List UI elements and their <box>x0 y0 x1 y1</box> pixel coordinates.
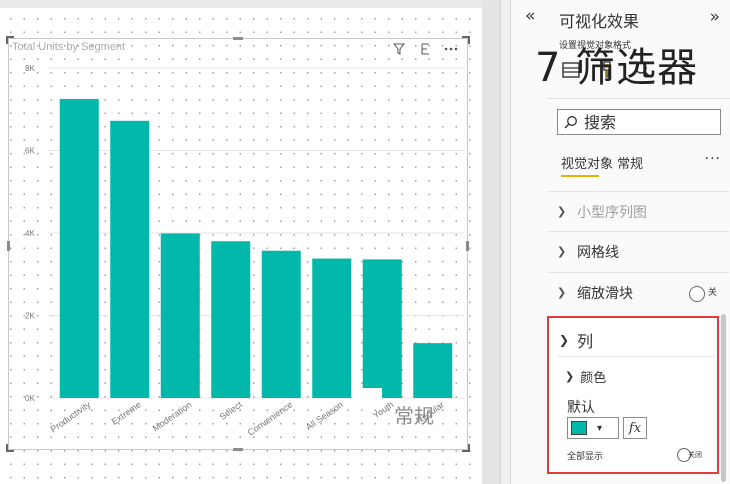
columns-label: 列 <box>577 332 594 351</box>
search-box[interactable] <box>557 109 721 135</box>
report-canvas: Total Units by Segment 0K 2K 4K 6K 8K Product… <box>0 0 482 484</box>
bar-convenience[interactable] <box>261 250 301 398</box>
zoom-slider-toggle[interactable] <box>689 286 705 302</box>
pane-divider-strip[interactable] <box>500 0 510 484</box>
x-tick-label: Convenience <box>246 399 295 437</box>
section-label: 网格线 <box>577 244 619 261</box>
x-tick-label: Productivity <box>49 399 93 434</box>
tab-underline <box>561 175 599 177</box>
chevron-right-icon: ❯ <box>557 286 567 299</box>
x-tick-label: Select <box>218 399 245 422</box>
x-tick-label: Extreme <box>110 399 143 426</box>
section-columns: ❯ 列 ❯ 颜色 默认 ▾ fx 全部显示 关闭 <box>547 316 719 474</box>
show-all-label: 全部显示 <box>567 452 604 462</box>
bar-extreme[interactable] <box>110 120 150 399</box>
section-label: 小型序列图 <box>577 204 647 221</box>
color-swatch <box>571 421 587 435</box>
format-tabs: 视觉对象 常规 ··· <box>561 151 721 177</box>
y-tick-label: 0K <box>25 394 35 403</box>
color-header[interactable]: ❯ 颜色 <box>565 367 606 386</box>
x-tick-label: All Season <box>304 399 345 432</box>
toggle-label: 关 <box>707 288 717 298</box>
tab-visual-general[interactable]: 视觉对象 常规 <box>561 157 643 172</box>
pane-title: 可视化效果 <box>559 12 640 31</box>
bar-productivity[interactable] <box>59 98 99 398</box>
x-tick-label: Youth <box>371 399 395 420</box>
format-pane-scroll: 视觉对象 常规 ··· ❯ 小型序列图 ❯ 网格线 ❯ 缩放滑块 关 ❯ 列 ❯ <box>547 99 729 484</box>
overlay-patch <box>352 388 382 400</box>
chevron-right-icon: ❯ <box>557 205 567 218</box>
chevron-right-icon: ❯ <box>557 245 567 258</box>
y-tick-label: 4K <box>25 229 35 238</box>
chevron-down-icon: ❯ <box>559 333 570 347</box>
visualizations-pane: « 可视化效果 » 设置视觉对象格式 7 筛选器 视觉对象 常规 <box>510 0 730 484</box>
more-options-button[interactable]: ··· <box>705 151 721 167</box>
bar-all-season[interactable] <box>312 258 352 398</box>
color-picker[interactable]: ▾ <box>567 417 619 439</box>
default-label: 默认 <box>567 400 595 416</box>
collapse-right-icon[interactable]: » <box>710 7 720 27</box>
bar-youth[interactable] <box>362 259 402 398</box>
bar-regular[interactable] <box>413 343 453 398</box>
pane-divider <box>482 0 510 484</box>
search-input[interactable] <box>584 112 714 132</box>
section-gridlines[interactable]: ❯ 网格线 <box>547 231 729 271</box>
filters-overlay-text: 7 筛选器 <box>535 45 699 91</box>
y-tick-label: 8K <box>25 64 35 73</box>
color-label: 颜色 <box>580 371 607 386</box>
general-overlay-text: 常规 <box>394 404 434 428</box>
columns-header[interactable]: ❯ 列 <box>559 328 593 352</box>
collapse-left-icon[interactable]: « <box>525 6 535 26</box>
x-tick-label: Moderation <box>151 399 194 433</box>
toggle-label: 关闭 <box>688 451 702 459</box>
pane-scrollbar[interactable] <box>721 314 726 482</box>
bar-select[interactable] <box>211 241 251 398</box>
y-tick-label: 6K <box>25 147 35 156</box>
section-label: 缩放滑块 <box>577 285 633 302</box>
chevron-down-icon: ▾ <box>597 422 603 434</box>
chevron-down-icon: ❯ <box>565 370 575 383</box>
fx-button[interactable]: fx <box>623 417 647 439</box>
bar-moderation[interactable] <box>160 233 200 398</box>
search-icon <box>564 116 577 129</box>
color-card: ❯ 颜色 默认 ▾ fx 全部显示 关闭 <box>557 356 715 466</box>
section-small-multiples[interactable]: ❯ 小型序列图 <box>547 191 729 231</box>
section-zoom-slider[interactable]: ❯ 缩放滑块 关 <box>547 272 729 312</box>
y-tick-label: 2K <box>25 312 35 321</box>
